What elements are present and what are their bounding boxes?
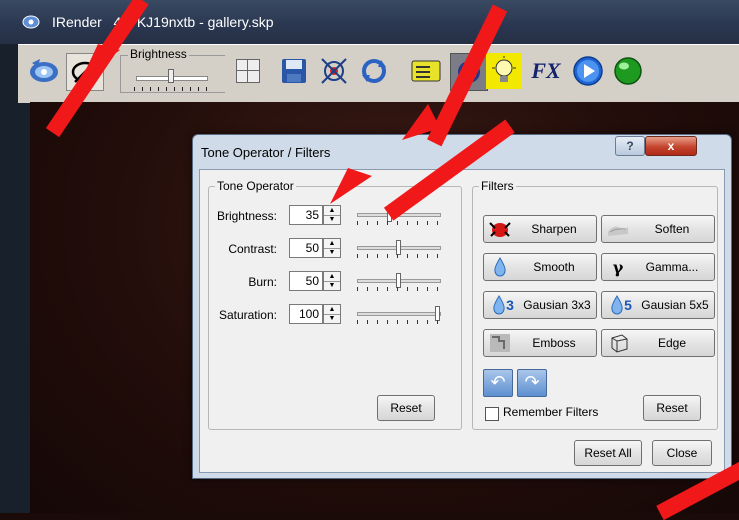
annotation-arrowheads — [82, 44, 440, 204]
